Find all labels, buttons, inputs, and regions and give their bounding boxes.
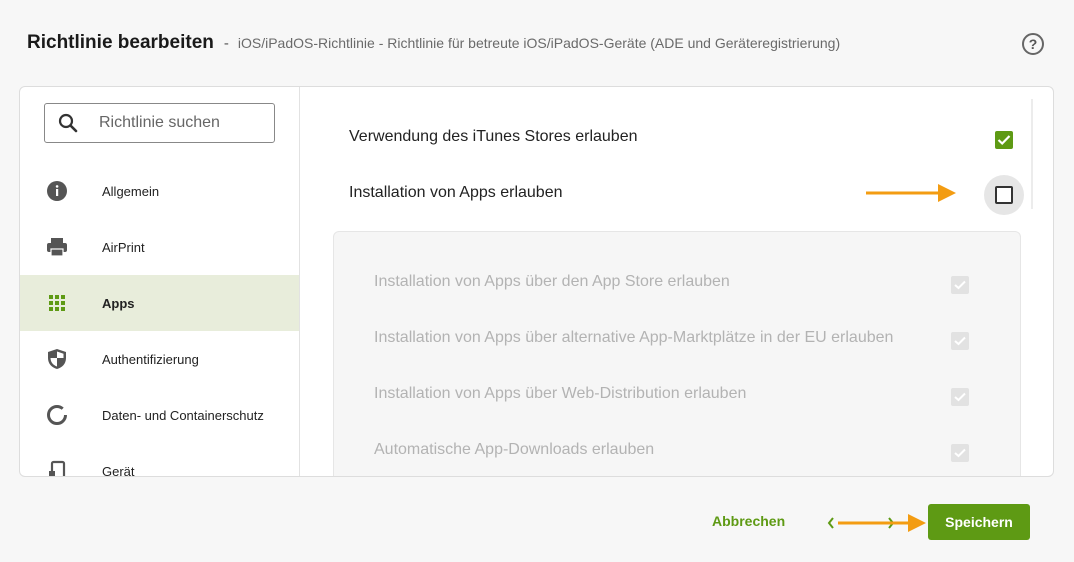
sidebar-item-datenschutz[interactable]: Daten- und Containerschutz — [20, 387, 299, 443]
setting-app-installation: Installation von Apps erlauben — [349, 184, 562, 202]
sidebar-item-authentifizierung[interactable]: Authentifizierung — [20, 331, 299, 387]
annotation-arrow-icon — [866, 184, 956, 202]
sidebar: Allgemein AirPrint Apps — [20, 87, 300, 476]
device-icon — [46, 460, 68, 476]
sidebar-item-label: Authentifizierung — [102, 351, 199, 367]
sidebar-item-geraet[interactable]: Gerät — [20, 443, 299, 477]
setting-itunes-store: Verwendung des iTunes Stores erlauben — [349, 128, 637, 146]
sidebar-item-label: AirPrint — [102, 239, 145, 255]
annotation-arrow-icon — [827, 514, 926, 532]
dependent-setting-label: Installation von Apps über Web-Distribut… — [374, 385, 747, 402]
info-icon — [46, 180, 68, 202]
dependent-setting-label: Installation von Apps über den App Store… — [374, 273, 730, 290]
help-circle-icon[interactable]: ? — [1022, 33, 1044, 55]
sidebar-nav: Allgemein AirPrint Apps Authentifizierun… — [20, 163, 299, 477]
sidebar-item-apps[interactable]: Apps — [20, 275, 299, 331]
settings-content: Verwendung des iTunes Stores erlauben In… — [301, 87, 1053, 476]
save-button[interactable]: Speichern — [928, 504, 1030, 540]
shield-icon — [46, 348, 68, 370]
sidebar-item-label: Gerät — [102, 463, 135, 477]
dependent-setting-label: Installation von Apps über alternative A… — [374, 329, 894, 346]
title-separator: - — [223, 34, 229, 52]
cancel-button[interactable]: Abbrechen — [712, 513, 785, 529]
scrollbar[interactable] — [1031, 99, 1033, 209]
printer-icon — [46, 236, 68, 258]
sidebar-item-label: Apps — [102, 295, 135, 311]
itunes-store-checkbox[interactable] — [995, 131, 1013, 149]
app-store-checkbox — [951, 276, 969, 294]
sidebar-item-allgemein[interactable]: Allgemein — [20, 163, 299, 219]
setting-label: Installation von Apps erlauben — [349, 184, 563, 201]
setting-label: Verwendung des iTunes Stores erlauben — [349, 128, 638, 145]
dependent-settings-panel: Installation von Apps über den App Store… — [333, 231, 1021, 476]
page-header: Richtlinie bearbeiten - iOS/iPadOS-Richt… — [27, 28, 1044, 58]
sidebar-item-airprint[interactable]: AirPrint — [20, 219, 299, 275]
auto-downloads-checkbox — [951, 444, 969, 462]
search-icon — [45, 113, 91, 133]
sidebar-item-label: Allgemein — [102, 183, 160, 199]
alt-marketplace-checkbox — [951, 332, 969, 350]
policy-editor-panel: Allgemein AirPrint Apps — [19, 86, 1054, 477]
page-title: Richtlinie bearbeiten — [27, 32, 214, 53]
apps-grid-icon — [46, 292, 68, 314]
page-subtitle: iOS/iPadOS-Richtlinie - Richtlinie für b… — [237, 35, 841, 51]
sidebar-item-label: Daten- und Containerschutz — [102, 407, 264, 423]
dependent-setting-label: Automatische App-Downloads erlauben — [374, 441, 655, 458]
circle-progress-icon — [46, 404, 68, 426]
app-installation-checkbox[interactable] — [995, 186, 1013, 204]
web-distribution-checkbox — [951, 388, 969, 406]
search-input[interactable] — [99, 114, 269, 132]
search-box[interactable] — [44, 103, 275, 143]
